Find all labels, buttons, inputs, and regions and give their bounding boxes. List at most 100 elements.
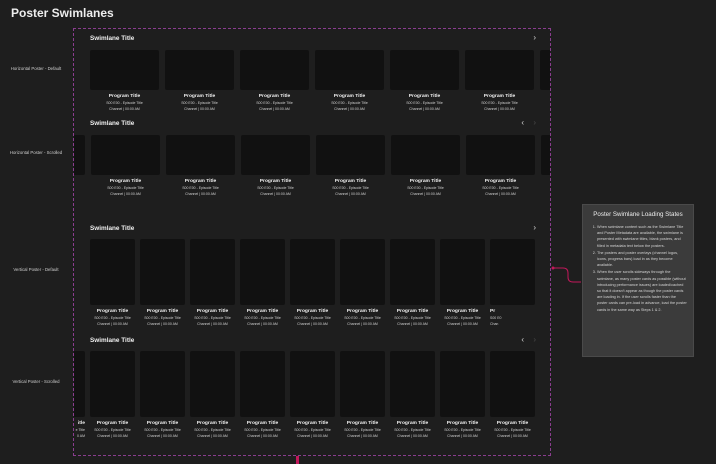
program-title: Program Title: [446, 309, 479, 314]
poster-image: [190, 239, 235, 305]
episode-info: S00 E00 - Episode Title: [144, 316, 181, 320]
poster-image: [316, 135, 385, 175]
program-title: Program Title: [334, 179, 367, 184]
episode-info: S00 E00 - Episode Title: [244, 316, 281, 320]
poster-image: [140, 239, 185, 305]
poster-image: [490, 351, 535, 417]
poster-image: [541, 135, 550, 175]
channel-time: Channel | 00:00 AM: [260, 192, 291, 196]
program-title: Program Title: [146, 309, 179, 314]
poster-image: [74, 135, 85, 175]
episode-info: S00 E00 - Episode Title: [541, 186, 550, 190]
swimlane-vertical-default: Swimlane Title › Program Title S00 E00 - …: [74, 225, 550, 335]
channel-time: Channel | 00:00 AM: [347, 322, 378, 326]
channel-time: Channel | 00:00 AM: [147, 434, 178, 438]
episode-info: S00 E00 - Episode Title: [74, 186, 85, 190]
row-label-horizontal-scrolled: Horizontal Poster - Scrolled: [9, 150, 63, 155]
poster-image: [290, 239, 335, 305]
program-title: Program Title: [408, 94, 441, 99]
channel-time: 0 AM: [77, 434, 85, 438]
poster-image: [240, 239, 285, 305]
channel-time: Channel | 00:00 AM: [540, 107, 550, 111]
poster-image: [190, 351, 235, 417]
program-title: Program Title: [258, 94, 291, 99]
channel-time: Channel | 00:00 AM: [297, 434, 328, 438]
episode-info: S00 E00 - Episode Title: [106, 101, 143, 105]
poster-image: [90, 351, 135, 417]
episode-info: S00 E00 - Episode Title: [344, 428, 381, 432]
poster-image: [440, 239, 485, 305]
note-title: Poster Swimlane Loading States: [593, 211, 683, 218]
episode-info: S00 E00 - Episode Title: [194, 316, 231, 320]
program-title: Program Title: [196, 421, 229, 426]
program-title: Program Title: [108, 94, 141, 99]
page-title: Poster Swimlanes: [11, 6, 114, 20]
channel-time: Channel | 00:00 AM: [197, 322, 228, 326]
poster-image: [240, 50, 309, 90]
channel-time: Channel | 00:00 AM: [247, 322, 278, 326]
episode-info: S00 E00 - Episode Title: [344, 316, 381, 320]
poster-image: [140, 351, 185, 417]
channel-time: Channel | 00:00 AM: [497, 434, 528, 438]
program-title: itle: [77, 421, 85, 426]
card-row: Program Title S00 E00 - Episode Title Chan…: [74, 35, 550, 115]
poster-image: [465, 50, 534, 90]
channel-time: Channel | 00:00 AM: [541, 192, 550, 196]
channel-time: Channel | 00:00 AM: [447, 434, 478, 438]
program-title: Program Title: [296, 421, 329, 426]
program-title: Program Title: [246, 421, 279, 426]
episode-info: S00 E00 - Episode Title: [144, 428, 181, 432]
poster-image: [390, 239, 435, 305]
program-title: Program Title: [496, 421, 529, 426]
note-list: When swimlane content such as the Swimla…: [589, 224, 687, 313]
program-title: Program Title: [296, 309, 329, 314]
poster-image: [290, 351, 335, 417]
poster-image: [240, 351, 285, 417]
episode-info: S00 E00 - Episode Title: [182, 186, 219, 190]
channel-time: Channel | 00:00 AM: [484, 107, 515, 111]
program-title: Program Title: [409, 179, 442, 184]
program-title: Program Title: [396, 421, 429, 426]
channel-time: Channel | 00:00 AM: [259, 107, 290, 111]
poster-image: [90, 50, 159, 90]
episode-info: S00 E00 - Episode Title: [407, 186, 444, 190]
poster-image: [390, 50, 459, 90]
episode-info: S00 E0: [490, 316, 502, 320]
episode-info: S00 E00 - Episode Title: [444, 428, 481, 432]
channel-time: Channel | 00:00 AM: [397, 434, 428, 438]
swimlane-horizontal-scrolled: Swimlane Title ‹ › Program Title S00 E00 …: [74, 120, 550, 200]
channel-time: Channel | 00:00 AM: [335, 192, 366, 196]
program-title: Program Title: [396, 309, 429, 314]
episode-info: S00 E00 - Episode Title: [256, 101, 293, 105]
poster-image: [91, 135, 160, 175]
channel-time: Channel | 00:00 AM: [74, 192, 85, 196]
channel-time: Channel | 00:00 AM: [485, 192, 516, 196]
channel-time: Chan: [490, 322, 499, 326]
episode-info: S00 E00 - Episode Title: [394, 316, 431, 320]
poster-image: [390, 351, 435, 417]
poster-image: [241, 135, 310, 175]
program-title: Program Title: [483, 94, 516, 99]
program-title: Program Title: [540, 94, 550, 99]
episode-info: S00 E00 - Episode Title: [494, 428, 531, 432]
program-title: Program Title: [196, 309, 229, 314]
episode-info: S00 E00 - Episode Title: [481, 101, 518, 105]
program-title: Pr: [490, 309, 496, 314]
episode-info: S00 E00 - Episode Title: [332, 186, 369, 190]
episode-info: S00 E00 - Episode Title: [94, 316, 131, 320]
channel-time: Channel | 00:00 AM: [147, 322, 178, 326]
program-title: Program Title: [184, 179, 217, 184]
channel-time: Channel | 00:00 AM: [334, 107, 365, 111]
channel-time: Channel | 00:00 AM: [184, 107, 215, 111]
program-title: Program Title: [346, 309, 379, 314]
channel-time: Channel | 00:00 AM: [110, 192, 141, 196]
program-title: Program Title: [346, 421, 379, 426]
poster-image: [74, 351, 85, 417]
card-row: Program Title S00 E00 - Episode Title Chan…: [74, 120, 550, 200]
row-label-horizontal-default: Horizontal Poster - Default: [10, 66, 62, 71]
program-title: Program Title: [96, 421, 129, 426]
channel-time: Channel | 00:00 AM: [410, 192, 441, 196]
episode-info: S00 E00 - Episode Title: [331, 101, 368, 105]
episode-info: S00 E00 - Episode Title: [294, 428, 331, 432]
poster-image: [466, 135, 535, 175]
